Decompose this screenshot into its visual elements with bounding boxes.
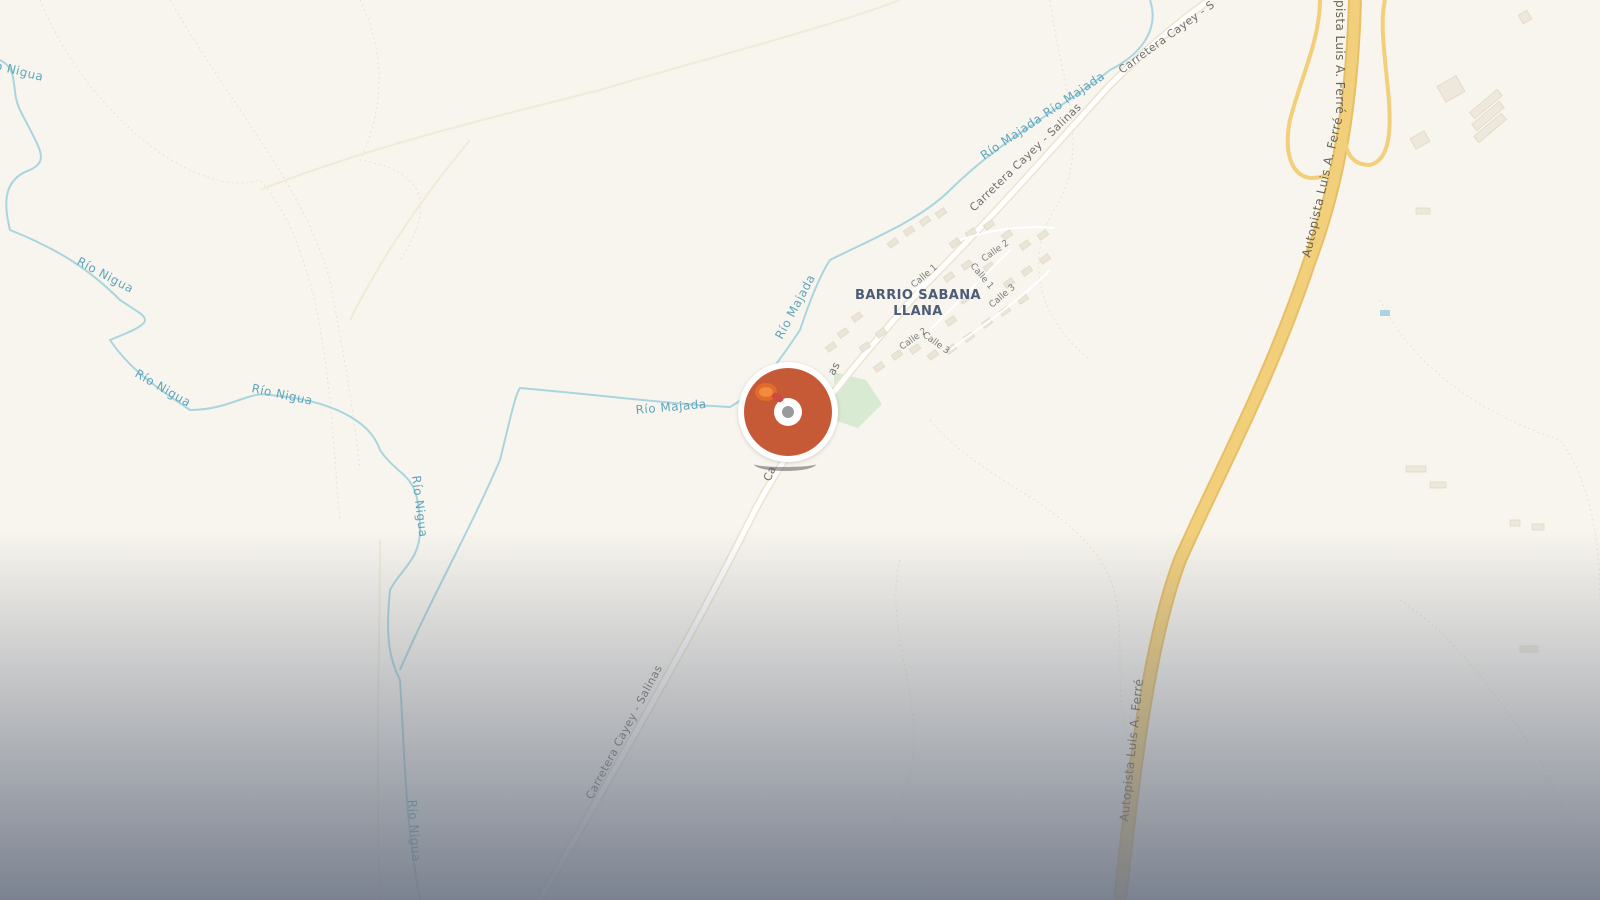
marker-shadow [754,457,816,471]
place-label-line-1: BARRIO SABANA [855,288,981,303]
highway-label-ferre-3: pista Luis A. Ferré [1333,0,1347,114]
trailer-hitch-icon [755,383,785,405]
map-canvas[interactable]: Río Nigua Río Nigua Río Nigua Río Nigua … [0,0,1600,900]
location-marker[interactable] [738,362,838,482]
place-label-line-2: LLANA [893,304,943,319]
marker-hitch [782,406,794,418]
